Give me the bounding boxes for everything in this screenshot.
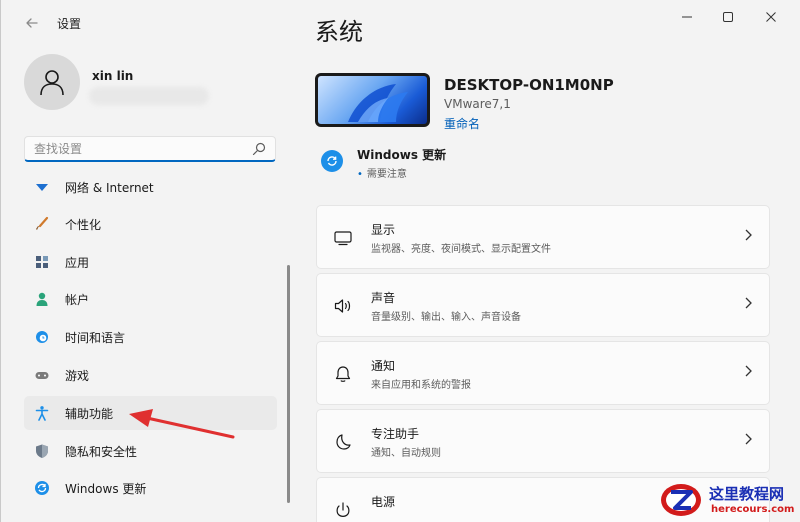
card-subtitle: 监视器、亮度、夜间模式、显示配置文件 (371, 244, 551, 255)
chevron-right-icon (743, 432, 753, 450)
maximize-button[interactable] (706, 6, 750, 28)
user-email-redacted (89, 87, 209, 105)
watermark-logo-icon (661, 484, 701, 516)
sidebar-item-label: 网络 & Internet (65, 180, 154, 195)
sidebar-item-label: 隐私和安全性 (65, 444, 138, 459)
card-subtitle: 音量级别、输出、输入、声音设备 (371, 312, 521, 323)
sidebar-item-label: 个性化 (65, 217, 102, 232)
settings-window: 设置 xin lin 查找设置 网络 & Internet 个性化 应用 帐户 … (0, 0, 800, 522)
accessibility-icon (34, 405, 50, 421)
update-icon[interactable] (321, 150, 343, 172)
sidebar: xin lin 网络 & Internet 个性化 (1, 40, 299, 522)
wallpaper-preview (318, 76, 427, 124)
brush-icon (34, 216, 50, 232)
settings-card-sound[interactable]: 声音 音量级别、输出、输入、声音设备 (316, 273, 770, 337)
sidebar-item-label: 辅助功能 (65, 406, 114, 421)
maximize-icon (723, 12, 733, 22)
sidebar-item-apps[interactable]: 应用 (24, 245, 277, 279)
sidebar-item-network[interactable]: 网络 & Internet (24, 176, 277, 204)
minimize-button[interactable] (665, 6, 709, 28)
close-button[interactable] (749, 6, 793, 28)
page-title: 系统 (315, 18, 363, 46)
speaker-icon (333, 296, 353, 316)
card-title: 专注助手 (371, 427, 420, 441)
person-icon (40, 70, 64, 96)
close-icon (766, 12, 776, 22)
back-button[interactable] (19, 10, 45, 36)
title-bar: 设置 (1, 0, 800, 40)
apps-icon (34, 254, 50, 270)
sidebar-item-windows-update[interactable]: Windows 更新 (24, 471, 277, 505)
sidebar-scrollbar[interactable] (287, 265, 290, 503)
update-icon (34, 480, 50, 496)
watermark-title: 这里教程网 (709, 485, 785, 503)
settings-card-focus-assist[interactable]: 专注助手 通知、自动规则 (316, 409, 770, 473)
sidebar-item-gaming[interactable]: 游戏 (24, 358, 277, 392)
card-title: 显示 (371, 223, 396, 237)
settings-card-notifications[interactable]: 通知 来自应用和系统的警报 (316, 341, 770, 405)
device-name: DESKTOP-ON1M0NP (444, 76, 614, 94)
sidebar-item-time-language[interactable]: 时间和语言 (24, 320, 277, 354)
update-title[interactable]: Windows 更新 (357, 146, 446, 163)
card-title: 电源 (371, 495, 396, 509)
chevron-right-icon (743, 228, 753, 246)
bell-icon (333, 364, 353, 384)
search-icon[interactable] (251, 141, 267, 157)
search-box[interactable] (24, 136, 276, 162)
card-subtitle: 来自应用和系统的警报 (371, 380, 471, 391)
account-icon (34, 291, 50, 307)
card-subtitle: 通知、自动规则 (371, 448, 441, 459)
sidebar-item-personalization[interactable]: 个性化 (24, 207, 277, 241)
watermark: 这里教程网 herecours.com (651, 476, 800, 522)
avatar[interactable] (24, 54, 80, 110)
device-thumbnail (315, 73, 430, 127)
wifi-icon (34, 179, 50, 195)
app-title: 设置 (57, 17, 82, 31)
sidebar-item-label: 游戏 (65, 368, 90, 383)
minimize-icon (682, 16, 692, 18)
update-status-text: 需要注意 (366, 169, 407, 180)
settings-card-display[interactable]: 显示 监视器、亮度、夜间模式、显示配置文件 (316, 205, 770, 269)
monitor-icon (333, 228, 353, 248)
user-name: xin lin (92, 69, 134, 83)
card-title: 声音 (371, 291, 396, 305)
gamepad-icon (34, 367, 50, 383)
moon-icon (333, 432, 353, 452)
sidebar-item-label: Windows 更新 (65, 481, 147, 496)
power-icon (333, 500, 353, 520)
chevron-right-icon (743, 364, 753, 382)
update-status: • 需要注意 (357, 165, 407, 180)
globe-clock-icon (34, 329, 50, 345)
arrow-left-icon (26, 18, 38, 28)
sidebar-item-label: 帐户 (65, 292, 90, 307)
status-dot: • (357, 169, 363, 180)
sidebar-item-label: 应用 (65, 255, 90, 270)
watermark-url: herecours.com (711, 504, 795, 515)
search-input[interactable] (34, 140, 234, 158)
sidebar-item-accounts[interactable]: 帐户 (24, 282, 277, 316)
chevron-right-icon (743, 296, 753, 314)
sidebar-item-label: 时间和语言 (65, 330, 126, 345)
shield-icon (34, 443, 50, 459)
card-title: 通知 (371, 359, 396, 373)
sidebar-item-accessibility[interactable]: 辅助功能 (24, 396, 277, 430)
sidebar-item-privacy[interactable]: 隐私和安全性 (24, 434, 277, 468)
rename-link[interactable]: 重命名 (444, 115, 480, 132)
sidebar-nav: 网络 & Internet 个性化 应用 帐户 时间和语言 游戏 辅助功能 隐私… (24, 176, 277, 522)
device-model: VMware7,1 (444, 97, 511, 111)
